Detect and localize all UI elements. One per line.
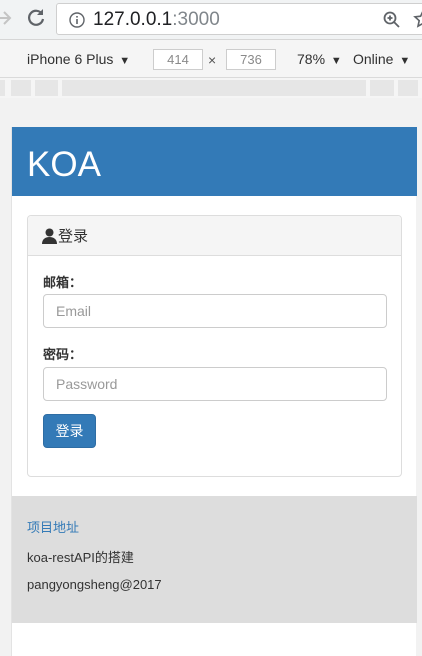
chevron-down-icon: ▼: [119, 55, 131, 67]
email-input[interactable]: [43, 294, 387, 328]
panel-heading: 登录: [28, 216, 401, 256]
url-field[interactable]: 127.0.0.1:3000: [56, 3, 422, 35]
info-icon[interactable]: [69, 12, 85, 28]
network-value: Online: [353, 51, 394, 67]
zoom-icon[interactable]: [383, 11, 401, 29]
url-text: 127.0.0.1:3000: [93, 9, 220, 30]
project-link[interactable]: 项目地址: [27, 517, 79, 536]
device-name: iPhone 6 Plus: [27, 51, 114, 67]
password-input[interactable]: [43, 367, 387, 401]
network-select[interactable]: Online ▼: [353, 51, 410, 67]
login-panel: 登录 邮箱： 密码： 登录: [27, 215, 402, 477]
forward-icon[interactable]: [0, 6, 16, 30]
reload-icon[interactable]: [24, 6, 48, 30]
chevron-down-icon: ▼: [330, 55, 342, 67]
footer-description: koa-restAPI的搭建: [27, 550, 134, 565]
device-select[interactable]: iPhone 6 Plus ▼: [27, 51, 130, 67]
zoom-select[interactable]: 78% ▼: [297, 51, 342, 67]
navbar: KOA: [12, 127, 417, 196]
zoom-value: 78%: [297, 51, 326, 67]
height-input[interactable]: 736: [226, 49, 276, 70]
footer-copyright: pangyongsheng@2017: [27, 577, 162, 592]
page-viewport: KOA 登录 邮箱： 密码： 登录 项目地址 koa-restAPI的搭建 pa…: [11, 127, 417, 656]
times-sign: ×: [208, 52, 217, 68]
bookmark-star-icon[interactable]: [413, 9, 422, 29]
user-icon: [42, 228, 57, 244]
brand-title[interactable]: KOA: [27, 145, 101, 185]
device-toolbar: iPhone 6 Plus ▼ 414 × 736 78% ▼ Online ▼: [0, 40, 422, 78]
browser-address-bar: 127.0.0.1:3000: [0, 0, 422, 40]
chevron-down-icon: ▼: [399, 55, 411, 67]
media-query-ruler[interactable]: [0, 78, 422, 98]
email-label: 邮箱：: [43, 275, 83, 290]
password-label: 密码：: [43, 347, 83, 362]
width-input[interactable]: 414: [153, 49, 203, 70]
panel-title: 登录: [58, 228, 89, 245]
footer: 项目地址 koa-restAPI的搭建 pangyongsheng@2017: [12, 496, 417, 623]
login-button[interactable]: 登录: [43, 414, 96, 448]
